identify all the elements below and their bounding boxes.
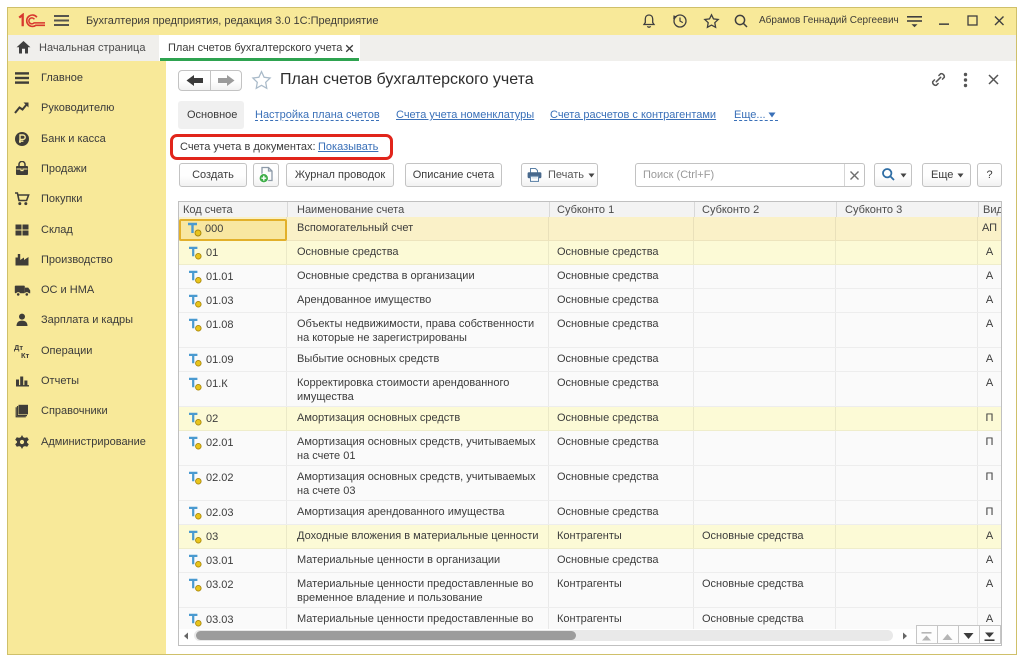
svg-text:Кт: Кт	[21, 351, 30, 359]
